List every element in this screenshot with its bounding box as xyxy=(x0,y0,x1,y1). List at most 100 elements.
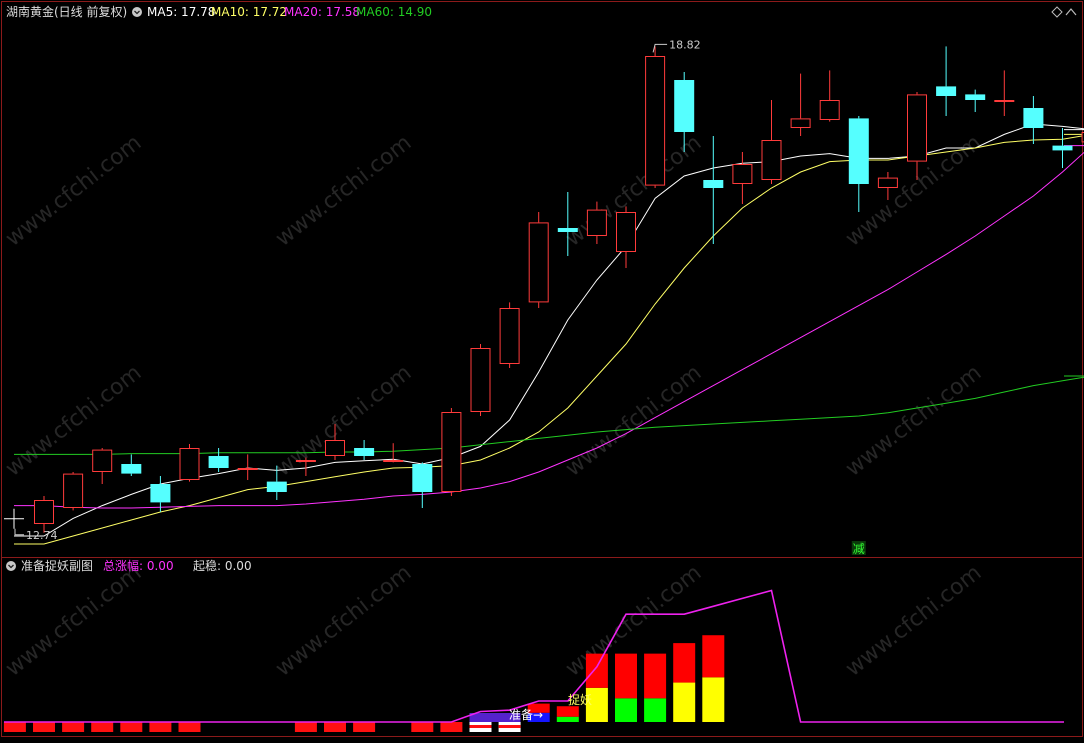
watermark-text: www.cfchi.com xyxy=(271,130,416,251)
candle xyxy=(994,70,1015,116)
total-rise-line xyxy=(4,589,1064,723)
chart-svg: www.cfchi.com www.cfchi.com www.cfchi.com w… xyxy=(1,1,1084,737)
ma60-label: MA60: 14.90 xyxy=(356,5,432,19)
candle-body xyxy=(325,440,345,456)
candle-body xyxy=(586,209,607,237)
candle-body xyxy=(645,56,666,186)
diamond-icon[interactable] xyxy=(1051,6,1063,18)
stack-bar-red xyxy=(615,653,637,699)
candle-body xyxy=(674,80,695,132)
high-price-label: 18.82 xyxy=(669,38,701,51)
chevron-up-icon[interactable] xyxy=(1065,8,1077,16)
ma5-label: MA5: 17.78 xyxy=(147,5,215,19)
chart-root: www.cfchi.com www.cfchi.com www.cfchi.com w… xyxy=(0,0,1084,739)
candle-body xyxy=(121,464,142,474)
ma10-label: MA10: 17.72 xyxy=(211,5,287,19)
stack-bar-red xyxy=(702,635,725,678)
candle-body xyxy=(848,118,869,184)
candle-body xyxy=(237,468,258,470)
candle xyxy=(732,152,753,204)
watermark-text: www.cfchi.com xyxy=(841,360,986,481)
base-bar xyxy=(440,722,463,732)
watermark-text: www.cfchi.com xyxy=(1,360,146,481)
settings-circle-icon[interactable] xyxy=(132,7,142,17)
candle xyxy=(790,73,811,136)
candle-body xyxy=(34,500,54,524)
candle-body xyxy=(965,94,986,100)
stack-bar-red xyxy=(644,653,667,699)
chart-title: 湖南黄金(日线 前复权) xyxy=(6,4,127,19)
candle-body xyxy=(994,100,1015,102)
candle-body xyxy=(1052,145,1073,151)
candle xyxy=(848,116,869,212)
candle-body xyxy=(703,180,724,188)
base-bar xyxy=(294,722,317,732)
candle-body xyxy=(528,222,549,303)
candle xyxy=(528,212,549,308)
low-price-label: 12.74 xyxy=(26,529,58,542)
sign-label: 减 xyxy=(853,542,865,556)
sub-settings-toggle-button[interactable] xyxy=(6,561,16,571)
candle-body xyxy=(907,94,927,162)
settings-toggle-button[interactable] xyxy=(132,7,142,17)
base-bar xyxy=(411,722,434,732)
candle xyxy=(616,206,636,268)
candle xyxy=(761,100,782,184)
base-bar xyxy=(353,722,376,732)
base-bar xyxy=(324,722,346,732)
candle xyxy=(63,472,84,511)
candle xyxy=(703,136,724,244)
candle xyxy=(354,440,375,460)
candle xyxy=(499,302,520,368)
candle xyxy=(92,448,113,484)
candle-body xyxy=(354,448,375,456)
candle-body xyxy=(1023,108,1044,128)
stack-bar-red xyxy=(556,706,579,717)
base-bar-stripe xyxy=(469,725,492,728)
base-bar xyxy=(91,722,114,732)
stack-bar-green xyxy=(556,716,579,722)
watermark-text: www.cfchi.com xyxy=(841,560,986,681)
candle xyxy=(965,89,986,112)
watermark-text: www.cfchi.com xyxy=(271,360,416,481)
candle-body xyxy=(877,177,898,189)
candle xyxy=(645,46,666,188)
candle xyxy=(34,496,54,533)
base-bar xyxy=(178,722,201,732)
candle-body xyxy=(150,484,171,503)
candle-body xyxy=(383,460,404,462)
candle-body xyxy=(557,228,578,232)
base-bar xyxy=(149,722,172,732)
watermark-text: www.cfchi.com xyxy=(1,130,146,251)
stack-bar-red xyxy=(585,653,608,688)
low-marker-line xyxy=(14,528,24,536)
base-bar xyxy=(120,722,143,732)
candle xyxy=(179,444,200,482)
candle xyxy=(936,46,957,116)
candle xyxy=(819,70,840,122)
stack-bar-green xyxy=(644,698,667,722)
candle xyxy=(412,462,433,508)
watermark-text: www.cfchi.com xyxy=(561,360,706,481)
total-rise-label: 总涨幅: 0.00 xyxy=(103,558,174,573)
stack-bar-red xyxy=(673,643,696,683)
candle-body xyxy=(761,140,782,180)
candle xyxy=(1023,96,1044,144)
prepare-label: 准备→ xyxy=(509,708,543,722)
candle xyxy=(470,344,491,416)
sub-header: 准备捉妖副图 总涨幅: 0.00 起稳: 0.00 xyxy=(6,558,252,573)
stack-bar-yellow xyxy=(702,677,725,722)
candle-body xyxy=(616,212,636,252)
candle-body xyxy=(92,449,113,473)
sub-settings-circle-icon[interactable] xyxy=(6,561,16,571)
candle-body xyxy=(499,308,520,364)
candle-body xyxy=(266,481,287,492)
watermark-layer: www.cfchi.com www.cfchi.com www.cfchi.com w… xyxy=(1,130,986,681)
sub-chart-title: 准备捉妖副图 xyxy=(21,558,93,573)
candle-body xyxy=(470,348,491,412)
candle-body xyxy=(819,100,840,120)
candle xyxy=(441,408,462,496)
watermark-text: www.cfchi.com xyxy=(1,560,146,681)
stable-label: 起稳: 0.00 xyxy=(193,558,252,573)
candle-body xyxy=(208,456,229,468)
